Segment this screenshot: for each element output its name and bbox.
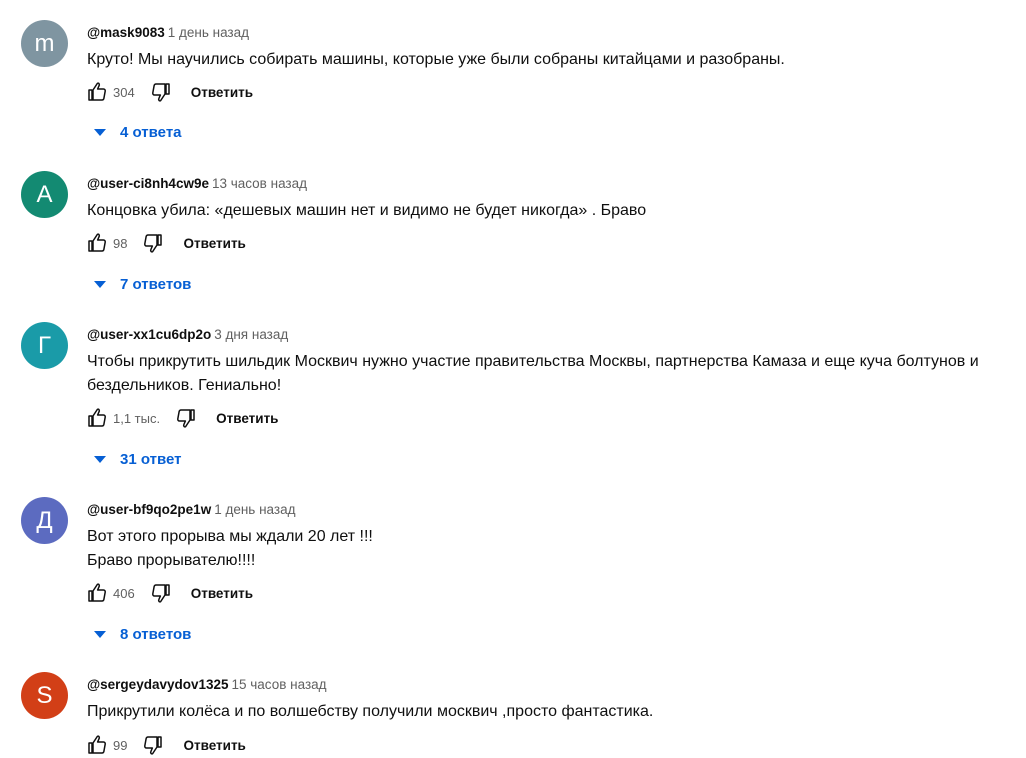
replies-count-label: 4 ответа <box>120 123 182 141</box>
comments-section: m @mask9083 1 день назад Круто! Мы научилис… <box>0 0 1026 758</box>
view-replies-button[interactable]: 31 ответ <box>90 447 182 471</box>
comment-actions: 304 Ответить <box>83 78 253 106</box>
thumb-down-icon[interactable] <box>139 731 167 758</box>
comment-text-line: Вот этого прорыва мы ждали 20 лет !!! <box>87 528 373 545</box>
reply-button[interactable]: Ответить <box>191 85 253 100</box>
comment-timestamp[interactable]: 3 дня назад <box>214 327 288 342</box>
view-replies-button[interactable]: 7 ответов <box>90 272 191 296</box>
comment-actions: 406 Ответить <box>83 579 253 607</box>
avatar[interactable]: S <box>21 672 68 719</box>
comment-text-line: Круто! Мы научились собирать машины, кот… <box>87 51 785 68</box>
comment-author[interactable]: @user-bf9qo2pe1w <box>87 502 211 517</box>
comment-text: Концовка убила: «дешевых машин нет и вид… <box>87 199 1022 223</box>
comment-text: Круто! Мы научились собирать машины, кот… <box>87 48 1022 72</box>
avatar[interactable]: A <box>21 171 68 218</box>
avatar[interactable]: Д <box>21 497 68 544</box>
comment-actions: 98 Ответить <box>83 229 246 257</box>
comment-actions: 1,1 тыс. Ответить <box>83 404 278 432</box>
reply-button[interactable]: Ответить <box>183 738 245 753</box>
comment-text: Прикрутили колёса и по волшебству получи… <box>87 700 1022 724</box>
comment-actions: 99 Ответить <box>83 731 246 758</box>
comment-timestamp[interactable]: 15 часов назад <box>232 677 327 692</box>
like-count: 304 <box>113 84 135 100</box>
caret-down-icon <box>94 280 106 288</box>
comment-timestamp[interactable]: 1 день назад <box>168 25 249 40</box>
comment-text: Чтобы прикрутить шильдик Москвич нужно у… <box>87 350 1022 398</box>
comment-text-line: бездельников. Гениально! <box>87 377 282 394</box>
thumb-up-icon[interactable] <box>83 579 111 607</box>
like-count: 1,1 тыс. <box>113 410 161 426</box>
thumb-up-icon[interactable] <box>83 78 111 106</box>
comment-text-line: Браво прорывателю!!!! <box>87 552 256 569</box>
replies-count-label: 7 ответов <box>120 275 192 293</box>
comment-header: @user-ci8nh4cw9e 13 часов назад <box>87 175 307 193</box>
reply-button[interactable]: Ответить <box>191 586 253 601</box>
view-replies-button[interactable]: 4 ответа <box>90 120 182 144</box>
thumb-down-icon[interactable] <box>139 229 167 257</box>
comment-text-line: Чтобы прикрутить шильдик Москвич нужно у… <box>87 353 979 370</box>
comment-header: @mask9083 1 день назад <box>87 24 249 42</box>
comment-author[interactable]: @sergeydavydov1325 <box>87 677 229 692</box>
caret-down-icon <box>94 128 106 136</box>
thumb-up-icon[interactable] <box>83 404 111 432</box>
caret-down-icon <box>94 630 106 638</box>
thumb-down-icon[interactable] <box>147 78 175 106</box>
comment-timestamp[interactable]: 1 день назад <box>214 502 295 517</box>
thumb-down-icon[interactable] <box>147 579 175 607</box>
comment-header: @user-bf9qo2pe1w 1 день назад <box>87 501 295 519</box>
comment-author[interactable]: @user-xx1cu6dp2o <box>87 327 211 342</box>
avatar[interactable]: Г <box>21 322 68 369</box>
like-count: 406 <box>113 585 135 601</box>
replies-count-label: 31 ответ <box>120 450 182 468</box>
like-count: 98 <box>113 235 128 251</box>
comment-text-line: Прикрутили колёса и по волшебству получи… <box>87 703 654 720</box>
comment-author[interactable]: @user-ci8nh4cw9e <box>87 176 209 191</box>
view-replies-button[interactable]: 8 ответов <box>90 622 191 646</box>
comment-text-line: Концовка убила: «дешевых машин нет и вид… <box>87 202 647 219</box>
comment-timestamp[interactable]: 13 часов назад <box>212 176 307 191</box>
comment-header: @sergeydavydov1325 15 часов назад <box>87 676 327 694</box>
comment-header: @user-xx1cu6dp2o 3 дня назад <box>87 326 288 344</box>
comment-author[interactable]: @mask9083 <box>87 25 165 40</box>
replies-count-label: 8 ответов <box>120 625 192 643</box>
reply-button[interactable]: Ответить <box>216 411 278 426</box>
comment-text: Вот этого прорыва мы ждали 20 лет !!! Бра… <box>87 525 1022 573</box>
thumb-up-icon[interactable] <box>83 229 111 257</box>
caret-down-icon <box>94 455 106 463</box>
reply-button[interactable]: Ответить <box>183 236 245 251</box>
avatar[interactable]: m <box>21 20 68 67</box>
thumb-up-icon[interactable] <box>83 731 111 758</box>
like-count: 99 <box>113 737 128 753</box>
thumb-down-icon[interactable] <box>172 404 200 432</box>
